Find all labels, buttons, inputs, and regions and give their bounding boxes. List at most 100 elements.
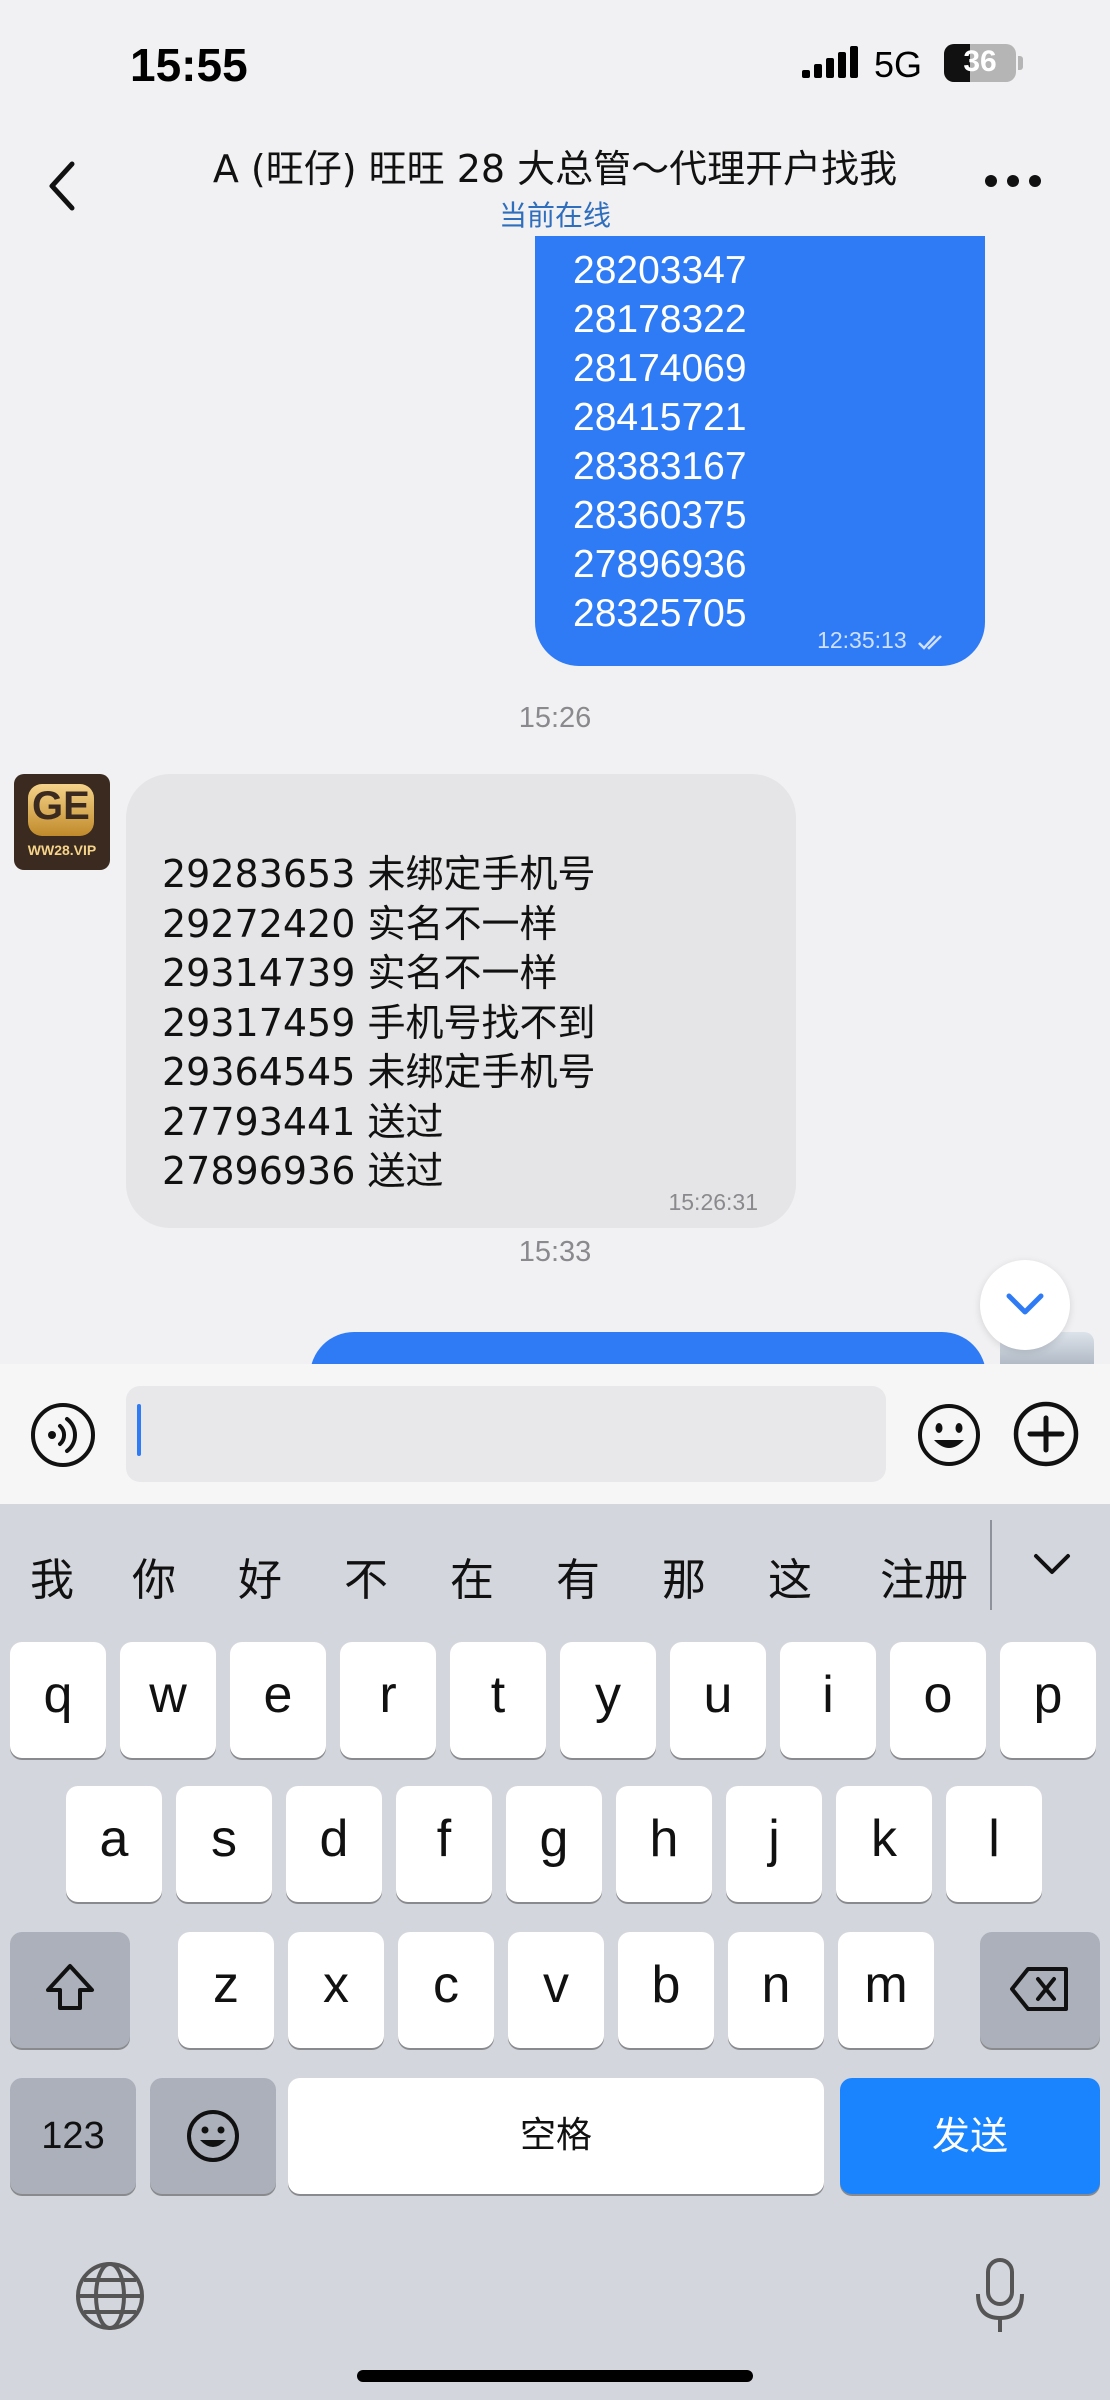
candidate-word[interactable]: 这 <box>768 1544 812 1608</box>
key-v[interactable]: v <box>508 1932 604 2048</box>
voice-icon[interactable] <box>30 1402 96 1468</box>
space-key[interactable]: 空格 <box>288 2078 824 2194</box>
emoji-icon[interactable] <box>916 1402 982 1468</box>
battery-level: 36 <box>963 45 997 78</box>
shift-icon <box>46 1964 94 2010</box>
key-s[interactable]: s <box>176 1786 272 1902</box>
key-z[interactable]: z <box>178 1932 274 2048</box>
candidate-bar: 我你好不在有那这 注册 <box>0 1504 1110 1636</box>
date-divider: 15:26 <box>518 702 592 734</box>
outgoing-number: 28415721 <box>573 396 747 439</box>
globe-icon[interactable] <box>74 2260 146 2332</box>
key-y[interactable]: y <box>560 1642 656 1758</box>
chat-header: A (旺仔) 旺旺 28 大总管～代理开户找我 当前在线 <box>0 130 1110 236</box>
outgoing-message[interactable]: 28203347 28178322 28174069 28415721 28383167… <box>535 236 985 666</box>
signal-icon <box>802 46 858 78</box>
read-check-icon <box>918 635 942 650</box>
key-e[interactable]: e <box>230 1642 326 1758</box>
send-button[interactable]: 发送 <box>840 2078 1100 2194</box>
candidate-word[interactable]: 在 <box>450 1544 494 1608</box>
online-status: 当前在线 <box>498 199 611 232</box>
emoji-icon <box>187 2110 239 2162</box>
key-l[interactable]: l <box>946 1786 1042 1902</box>
outgoing-message[interactable] <box>310 1332 986 1364</box>
network-type: 5G <box>874 44 923 85</box>
status-bar: 15:55 5G 36 <box>0 0 1110 130</box>
incoming-line: 29364545 未绑定手机号 <box>162 1050 596 1094</box>
outgoing-number: 28360375 <box>573 494 747 537</box>
outgoing-number: 28325705 <box>573 592 747 635</box>
avatar-logo: GE <box>32 784 90 828</box>
key-r[interactable]: r <box>340 1642 436 1758</box>
outgoing-number: 27896936 <box>573 543 747 586</box>
incoming-line: 29314739 实名不一样 <box>162 951 558 995</box>
outgoing-number: 28203347 <box>573 249 747 292</box>
key-n[interactable]: n <box>728 1932 824 2048</box>
chevron-left-icon[interactable] <box>44 156 84 216</box>
incoming-message[interactable]: 29283653 未绑定手机号 29272420 实名不一样 29314739 实名… <box>126 774 796 1228</box>
candidate-word[interactable]: 有 <box>556 1544 600 1608</box>
emoji-key[interactable] <box>150 2078 276 2194</box>
outgoing-number: 28383167 <box>573 445 747 488</box>
more-dots-icon[interactable] <box>985 172 1051 191</box>
candidate-word[interactable]: 注册 <box>880 1544 968 1608</box>
chevron-down-icon <box>1006 1293 1044 1315</box>
key-k[interactable]: k <box>836 1786 932 1902</box>
outgoing-number-list: 28203347 28178322 28174069 28415721 28383167… <box>573 246 747 638</box>
key-w[interactable]: w <box>120 1642 216 1758</box>
outgoing-time: 12:35:13 <box>817 627 907 653</box>
key-m[interactable]: m <box>838 1932 934 2048</box>
candidate-word[interactable]: 那 <box>662 1544 706 1608</box>
scroll-to-bottom-button[interactable] <box>980 1260 1070 1350</box>
input-bar <box>0 1364 1110 1504</box>
avatar[interactable]: GE WW28.VIP <box>14 774 110 870</box>
key-g[interactable]: g <box>506 1786 602 1902</box>
key-t[interactable]: t <box>450 1642 546 1758</box>
key-a[interactable]: a <box>66 1786 162 1902</box>
candidate-word[interactable]: 不 <box>344 1544 388 1608</box>
outgoing-number: 28174069 <box>573 347 747 390</box>
incoming-line: 29272420 实名不一样 <box>162 901 558 946</box>
key-f[interactable]: f <box>396 1786 492 1902</box>
chat-title[interactable]: A (旺仔) 旺旺 28 大总管～代理开户找我 <box>160 138 950 193</box>
plus-icon[interactable] <box>1012 1400 1080 1468</box>
incoming-lines: 29283653 未绑定手机号 29272420 实名不一样 29314739 实名… <box>162 850 596 1197</box>
home-indicator <box>357 2370 753 2382</box>
incoming-time: 15:26:31 <box>668 1189 758 1215</box>
mic-icon[interactable] <box>970 2256 1030 2336</box>
key-x[interactable]: x <box>288 1932 384 2048</box>
message-list[interactable]: 28203347 28178322 28174069 28415721 28383167… <box>0 236 1110 1364</box>
keyboard: 我你好不在有那这 注册 qwertyuiop asdfghjkl zxcvbnm 12… <box>0 1504 1110 2400</box>
incoming-line: 27793441 送过 <box>162 1099 444 1144</box>
candidate-divider <box>990 1520 992 1610</box>
key-p[interactable]: p <box>1000 1642 1096 1758</box>
status-time: 15:55 <box>130 39 248 91</box>
backspace-icon <box>1010 1967 1068 2011</box>
delete-key[interactable] <box>980 1932 1100 2048</box>
candidate-word[interactable]: 我 <box>30 1544 74 1608</box>
key-c[interactable]: c <box>398 1932 494 2048</box>
key-d[interactable]: d <box>286 1786 382 1902</box>
key-o[interactable]: o <box>890 1642 986 1758</box>
date-divider: 15:33 <box>518 1236 592 1268</box>
shift-key[interactable] <box>10 1932 130 2048</box>
key-q[interactable]: q <box>10 1642 106 1758</box>
key-i[interactable]: i <box>780 1642 876 1758</box>
incoming-line: 29317459 手机号找不到 <box>162 1000 596 1045</box>
key-b[interactable]: b <box>618 1932 714 2048</box>
key-u[interactable]: u <box>670 1642 766 1758</box>
outgoing-number: 28178322 <box>573 298 747 341</box>
chevron-down-icon[interactable] <box>1032 1552 1072 1578</box>
key-h[interactable]: h <box>616 1786 712 1902</box>
battery-icon: 36 <box>944 44 1024 82</box>
candidate-word[interactable]: 好 <box>238 1544 282 1608</box>
avatar-caption: WW28.VIP <box>27 842 97 858</box>
key-j[interactable]: j <box>726 1786 822 1902</box>
incoming-line: 29283653 未绑定手机号 <box>162 852 596 896</box>
candidate-word[interactable]: 你 <box>132 1544 176 1608</box>
numbers-key[interactable]: 123 <box>10 2078 136 2194</box>
message-input[interactable] <box>126 1386 886 1482</box>
text-caret <box>137 1404 141 1456</box>
message-timestamp: 12:35:13 <box>817 627 947 654</box>
incoming-line: 27896936 送过 <box>162 1149 444 1193</box>
